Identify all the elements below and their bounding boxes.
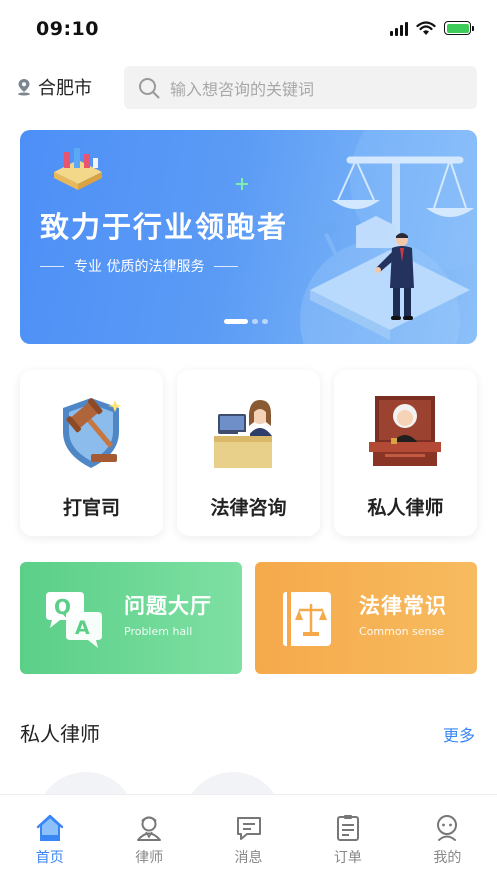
section-title: 私人律师 — [20, 722, 100, 746]
profile-icon — [437, 815, 458, 841]
message-icon — [236, 817, 261, 840]
search-icon — [139, 77, 160, 98]
law-book-scale-icon — [283, 592, 331, 646]
banner-subtitle-text: 专业 优质的法律服务 — [74, 259, 205, 275]
tile-subtitle: Problem hall — [124, 625, 193, 638]
cellular-signal-icon — [390, 20, 408, 36]
judge-bench-icon — [369, 396, 441, 466]
status-bar: 09:10 — [0, 0, 497, 58]
tab-orders[interactable]: 订单 — [298, 795, 397, 883]
city-label: 合肥市 — [38, 78, 92, 99]
status-time: 09:10 — [36, 18, 99, 40]
tab-lawyer[interactable]: 律师 — [99, 795, 198, 883]
tile-title: 法律常识 — [359, 594, 447, 618]
status-icons — [390, 20, 474, 36]
order-icon — [336, 815, 359, 841]
tab-label: 律师 — [135, 850, 164, 866]
service-card-lawsuit[interactable]: 打官司 — [20, 370, 163, 536]
wifi-icon — [416, 20, 436, 35]
banner-dot — [262, 319, 268, 324]
tab-label: 我的 — [433, 850, 462, 866]
more-link[interactable]: 更多 — [443, 722, 475, 746]
tab-messages[interactable]: 消息 — [199, 795, 298, 883]
tab-profile[interactable]: 我的 — [398, 795, 497, 883]
tab-home[interactable]: 首页 — [0, 795, 99, 883]
tab-label: 订单 — [333, 850, 362, 866]
tile-title: 问题大厅 — [124, 594, 212, 618]
service-card-private-lawyer[interactable]: 私人律师 — [334, 370, 477, 536]
search-input[interactable]: 输入想咨询的关键词 — [124, 66, 477, 109]
banner-dot-active — [224, 319, 248, 324]
battery-charging-icon — [444, 21, 474, 35]
bottom-tab-bar: 首页 律师 消息 订单 我的 — [0, 794, 497, 883]
tile-subtitle: Common sense — [359, 625, 445, 638]
lawyer-icon — [137, 816, 162, 841]
svg-text:A: A — [75, 617, 90, 639]
banner-title: 致力于行业领跑者 — [40, 210, 289, 244]
promo-banner[interactable]: 致力于行业领跑者 专业 优质的法律服务 — [20, 130, 477, 344]
service-label: 私人律师 — [367, 497, 444, 519]
problem-hall-tile[interactable]: Q A 问题大厅 Problem hall — [20, 562, 242, 674]
tab-label: 首页 — [35, 850, 64, 866]
banner-dot — [252, 319, 258, 324]
service-label: 打官司 — [62, 497, 120, 519]
search-placeholder: 输入想咨询的关键词 — [170, 79, 315, 99]
tab-label: 消息 — [234, 850, 263, 866]
banner-page-indicator — [224, 319, 268, 324]
service-card-consultation[interactable]: 法律咨询 — [177, 370, 320, 536]
service-label: 法律咨询 — [210, 497, 287, 519]
qa-chat-icon: Q A — [46, 592, 102, 648]
banner-subtitle: 专业 优质的法律服务 — [40, 256, 239, 276]
consultant-desk-icon — [214, 400, 272, 468]
home-icon — [36, 814, 63, 841]
location-pin-icon — [18, 79, 30, 96]
gavel-shield-icon — [63, 398, 122, 468]
common-sense-tile[interactable]: 法律常识 Common sense — [255, 562, 477, 674]
location-selector[interactable]: 合肥市 — [16, 74, 92, 100]
